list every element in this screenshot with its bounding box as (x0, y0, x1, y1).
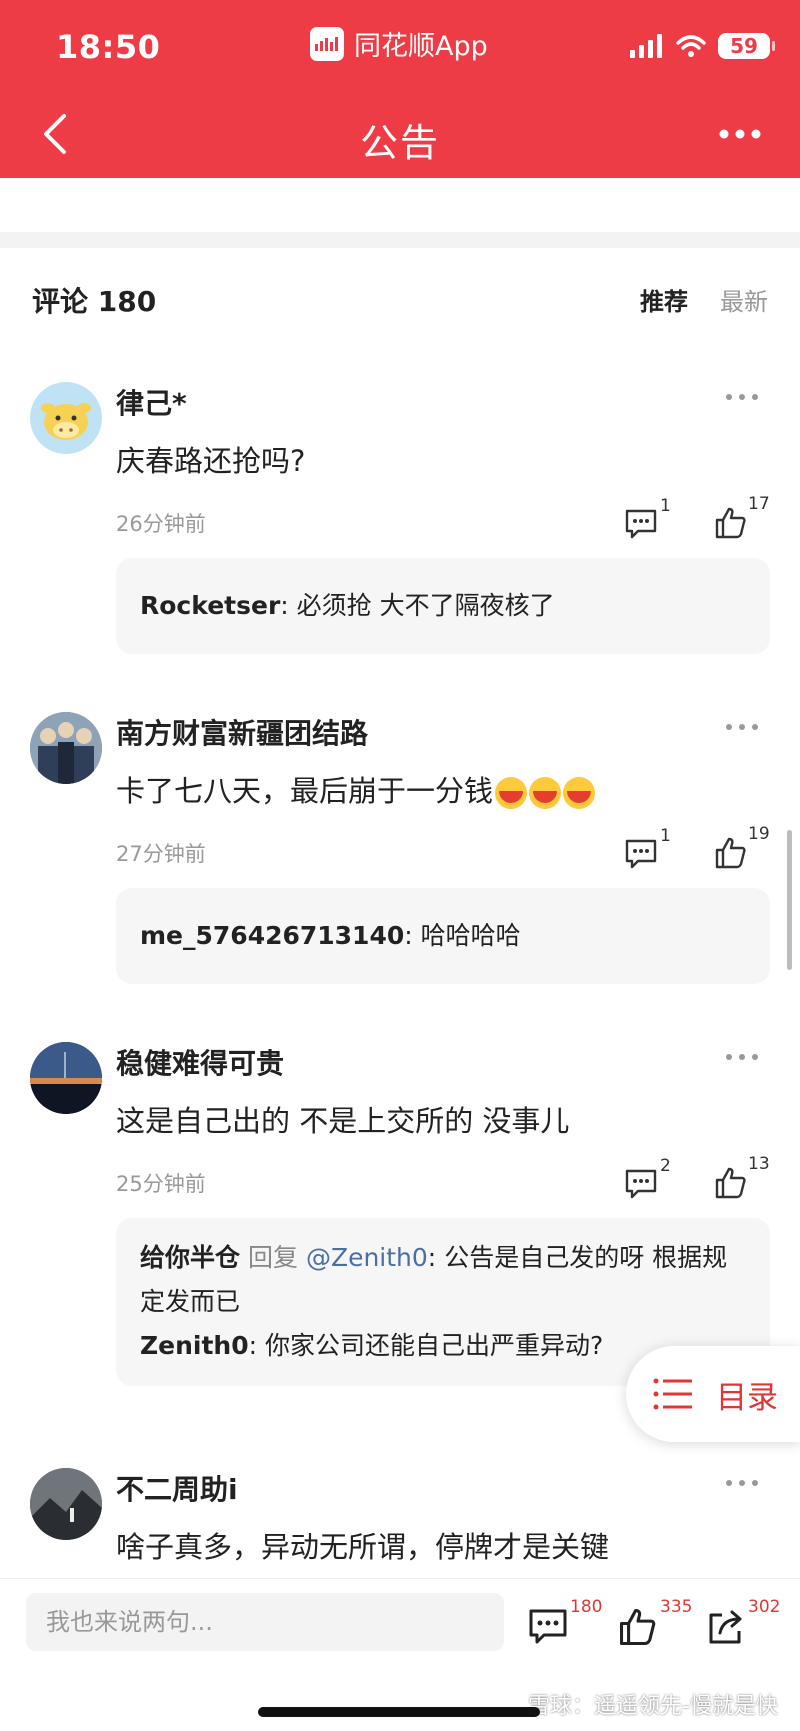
avatar[interactable] (30, 382, 102, 454)
comment-like-button[interactable]: 17 (710, 494, 772, 542)
more-options-icon[interactable] (718, 122, 762, 146)
share-icon (709, 1610, 742, 1644)
comment-text: 庆春路还抢吗? (116, 444, 306, 478)
laughing-emoji-icon (563, 777, 596, 809)
comment-more-icon[interactable] (724, 1478, 760, 1488)
reply-username[interactable]: me_576426713140 (140, 921, 404, 950)
page: 18:50 同花顺App 59 公告 评论 180 推荐 最新 律己* 庆春路还… (0, 0, 800, 1731)
reply-mention[interactable]: @Zenith0 (306, 1243, 428, 1272)
signal-icon (630, 34, 662, 58)
comment-username[interactable]: 律己* (116, 382, 187, 422)
comment-bubble-icon (625, 1169, 657, 1199)
comment-input[interactable] (26, 1593, 504, 1651)
comment-reply-button[interactable]: 2 (624, 1156, 684, 1202)
comment-bubble-icon (625, 509, 657, 539)
like-count: 17 (748, 494, 770, 514)
thumbs-up-icon (715, 837, 746, 869)
comment-time: 26分钟前 (116, 512, 206, 536)
status-time: 18:50 (56, 28, 161, 66)
sort-tabs: 推荐 最新 (640, 282, 768, 317)
comment-like-button[interactable]: 13 (710, 1154, 772, 1202)
comment-more-icon[interactable] (724, 722, 760, 732)
page-title: 公告 (359, 121, 440, 165)
reply-separator: : (404, 921, 413, 950)
comment-more-icon[interactable] (724, 392, 760, 402)
comment-text-body: 卡了七八天，最后崩于一分钱 (116, 774, 494, 808)
like-count: 13 (748, 1154, 770, 1174)
reply-box[interactable]: me_576426713140: 哈哈哈哈 (116, 888, 770, 984)
reply-separator: : (280, 591, 289, 620)
shares-count: 302 (748, 1597, 781, 1617)
reply-text: 你家公司还能自己出严重异动? (264, 1331, 604, 1360)
reply-separator: : (248, 1331, 258, 1360)
reply-username[interactable]: Zenith0 (140, 1331, 249, 1360)
tab-latest[interactable]: 最新 (720, 282, 768, 317)
comment-like-button[interactable]: 19 (710, 824, 772, 872)
reply-username[interactable]: 给你半仓 (140, 1243, 240, 1272)
comment-time: 25分钟前 (116, 1172, 206, 1196)
wifi-icon (676, 35, 706, 57)
laughing-emoji-icon (529, 777, 562, 809)
toc-label: 目录 (716, 1379, 778, 1416)
comments-title: 评论 180 (32, 285, 157, 318)
comment-time: 27分钟前 (116, 842, 206, 866)
battery-indicator: 59 (718, 33, 775, 59)
reply-word: 回复 (247, 1243, 298, 1272)
comments-header: 评论 180 推荐 最新 (32, 280, 768, 320)
comment-more-icon[interactable] (724, 1052, 760, 1062)
app-logo-icon (310, 26, 344, 61)
reply-username[interactable]: Rocketser (140, 591, 280, 620)
scrollbar-thumb[interactable] (787, 830, 792, 970)
app-header: 18:50 同花顺App 59 公告 (0, 0, 800, 178)
reply-text: 哈哈哈哈 (420, 921, 521, 950)
reply-count: 2 (660, 1156, 671, 1176)
thumbs-up-icon (715, 507, 746, 539)
comments-count: 180 (570, 1597, 603, 1617)
comment-text: 这是自己出的 不是上交所的 没事儿 (116, 1104, 570, 1138)
status-icons: 59 (630, 33, 775, 59)
thumbs-up-icon (620, 1609, 656, 1645)
like-count: 19 (748, 824, 770, 844)
comment-username[interactable]: 稳健难得可贵 (116, 1042, 284, 1082)
comment-text: 啥子真多，异动无所谓，停牌才是关键 (116, 1530, 610, 1564)
comments-button[interactable]: 180 (528, 1597, 602, 1649)
comment-username[interactable]: 不二周助i (116, 1468, 238, 1508)
tab-recommended[interactable]: 推荐 (640, 282, 688, 317)
avatar[interactable] (30, 1468, 102, 1540)
avatar[interactable] (30, 712, 102, 784)
comment-bubble-icon (625, 839, 657, 869)
comment-bubble-icon (529, 1609, 567, 1644)
app-label-text: 同花顺App (354, 31, 488, 62)
list-icon (653, 1378, 692, 1410)
share-button[interactable]: 302 (706, 1597, 780, 1649)
reply-count: 1 (660, 496, 671, 516)
reply-separator: : (427, 1243, 437, 1272)
reply-count: 1 (660, 826, 671, 846)
like-button[interactable]: 335 (618, 1597, 692, 1649)
avatar[interactable] (30, 1042, 102, 1114)
reply-box[interactable]: Rocketser: 必须抢 大不了隔夜核了 (116, 558, 770, 654)
section-divider (0, 232, 800, 248)
thumbs-up-icon (715, 1167, 746, 1199)
reply-text: 必须抢 大不了隔夜核了 (296, 591, 555, 620)
toc-button[interactable]: 目录 (626, 1346, 800, 1442)
watermark: 雪球：遥遥领先-慢就是快 (528, 1694, 778, 1719)
comment-reply-button[interactable]: 1 (624, 826, 684, 872)
reply-line: me_576426713140: 哈哈哈哈 (140, 914, 746, 958)
comment-username[interactable]: 南方财富新疆团结路 (116, 712, 368, 752)
laughing-emoji-icon (495, 777, 528, 809)
comment-text: 卡了七八天，最后崩于一分钱 (116, 768, 596, 810)
comment-reply-button[interactable]: 1 (624, 496, 684, 542)
reply-line: Rocketser: 必须抢 大不了隔夜核了 (140, 584, 746, 628)
reply-line: 给你半仓 回复 @Zenith0: 公告是自己发的呀 根据规定发而已 (140, 1236, 746, 1324)
likes-count: 335 (660, 1597, 693, 1617)
home-indicator (258, 1707, 540, 1717)
app-label[interactable]: 同花顺App (310, 24, 488, 63)
